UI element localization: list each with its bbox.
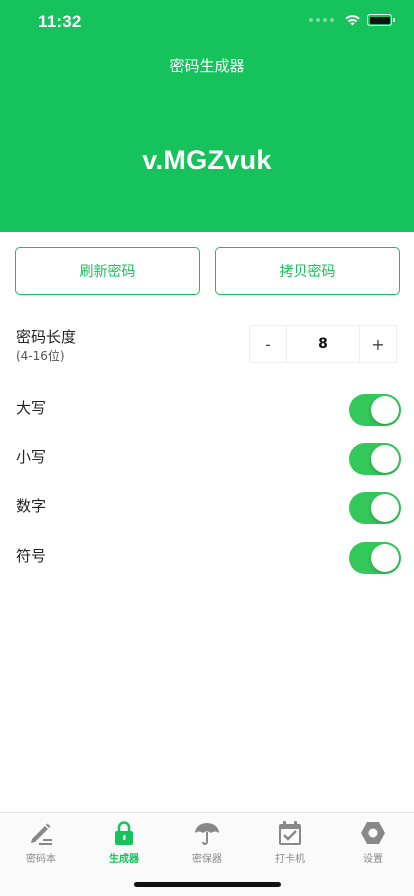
- wifi-icon: [345, 15, 360, 26]
- header: 11:32 密码生成器 v.MGZvuk: [0, 0, 414, 232]
- tab-settings[interactable]: 设置: [332, 819, 414, 869]
- length-range-hint: (4-16位): [16, 349, 65, 363]
- page-title: 密码生成器: [169, 57, 245, 75]
- status-icons: [309, 14, 395, 26]
- tab-password-book[interactable]: 密码本: [0, 819, 82, 869]
- increment-button[interactable]: +: [359, 326, 396, 362]
- length-label: 密码长度: [16, 328, 77, 346]
- tab-label: 设置: [363, 854, 383, 865]
- option-lowercase-toggle[interactable]: [349, 443, 401, 475]
- cellular-signal-icon: [309, 18, 334, 22]
- toggle-knob: [371, 396, 399, 424]
- option-digits-toggle[interactable]: [349, 492, 401, 524]
- option-uppercase-toggle[interactable]: [349, 394, 401, 426]
- option-uppercase-label: 大写: [16, 399, 47, 417]
- lock-icon: [115, 821, 133, 845]
- toggle-knob: [371, 494, 399, 522]
- home-indicator: [134, 882, 281, 887]
- tab-guard[interactable]: 密保器: [166, 819, 248, 869]
- length-stepper: - 8 +: [249, 325, 397, 363]
- option-digits-label: 数字: [16, 497, 47, 515]
- length-value[interactable]: 8: [287, 336, 359, 352]
- tab-generator[interactable]: 生成器: [83, 819, 165, 869]
- umbrella-icon: [195, 823, 219, 845]
- tab-label: 打卡机: [275, 854, 305, 865]
- generated-password: v.MGZvuk: [142, 145, 272, 175]
- tab-label: 密保器: [192, 854, 222, 865]
- calendar-check-icon: [279, 821, 301, 845]
- toggle-knob: [371, 445, 399, 473]
- tab-label: 生成器: [109, 854, 139, 865]
- status-bar: 11:32: [0, 0, 414, 44]
- pen-icon: [31, 823, 52, 845]
- tab-label: 密码本: [26, 854, 56, 865]
- option-lowercase-label: 小写: [16, 448, 47, 466]
- settings-icon: [361, 822, 385, 844]
- option-symbols-toggle[interactable]: [349, 542, 401, 574]
- toggle-knob: [371, 544, 399, 572]
- decrement-button[interactable]: -: [250, 326, 287, 362]
- refresh-password-button[interactable]: 刷新密码: [15, 247, 200, 295]
- tab-check-in[interactable]: 打卡机: [249, 819, 331, 869]
- option-symbols-label: 符号: [16, 547, 47, 565]
- status-time: 11:32: [38, 12, 82, 31]
- copy-password-button[interactable]: 拷贝密码: [215, 247, 400, 295]
- battery-icon: [367, 14, 395, 26]
